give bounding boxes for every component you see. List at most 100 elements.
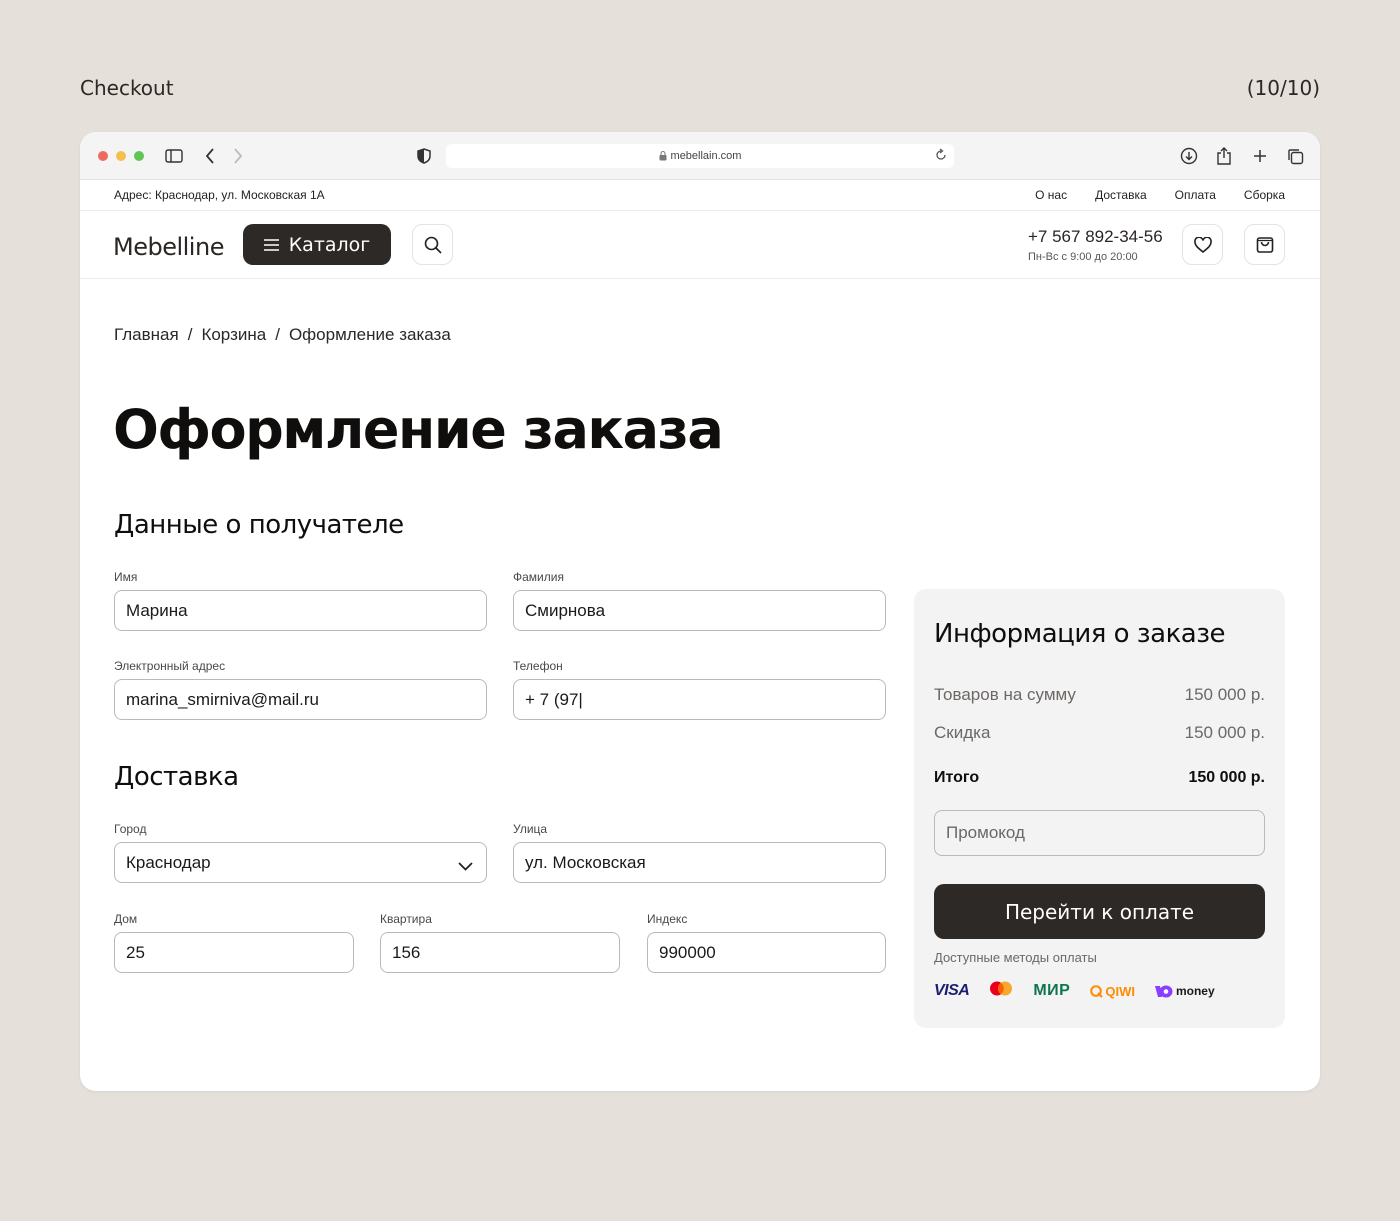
url-text: mebellain.com (670, 150, 742, 162)
heart-icon (1193, 236, 1212, 253)
breadcrumb-cart[interactable]: Корзина (201, 325, 266, 345)
email-label: Электронный адрес (114, 659, 226, 673)
last-name-input[interactable]: Смирнова (513, 590, 886, 631)
yoomoney-logo: money (1154, 984, 1215, 998)
logo[interactable]: Mebelline (113, 233, 224, 261)
sidebar-toggle-icon[interactable] (164, 146, 184, 166)
page-title: Оформление заказа (113, 398, 724, 461)
site-header: Mebelline Каталог +7 567 892-34-56 Пн-Вс… (80, 211, 1320, 279)
qiwi-text: QIWI (1105, 983, 1135, 999)
payment-methods: VISA МИР QIWI money (934, 981, 1215, 1001)
discount-value: 150 000 р. (1184, 723, 1265, 742)
catalog-label: Каталог (288, 233, 371, 256)
first-name-field: Имя Марина (114, 570, 487, 631)
city-label: Город (114, 822, 147, 836)
visa-logo: VISA (934, 982, 970, 999)
phone-label: Телефон (513, 659, 563, 673)
cart-button[interactable] (1244, 224, 1285, 265)
nav-payment[interactable]: Оплата (1175, 188, 1216, 202)
first-name-input[interactable]: Марина (114, 590, 487, 631)
proceed-to-payment-button[interactable]: Перейти к оплате (934, 884, 1265, 939)
discount-row: Скидка 150 000 р. (934, 723, 1265, 743)
nav-delivery[interactable]: Доставка (1095, 188, 1147, 202)
breadcrumb-home[interactable]: Главная (114, 325, 179, 345)
zip-field: Индекс 990000 (647, 912, 886, 973)
items-sum-row: Товаров на сумму 150 000 р. (934, 685, 1265, 705)
breadcrumb-current: Оформление заказа (288, 325, 451, 344)
phone-input[interactable]: + 7 (97| (513, 679, 886, 720)
email-input[interactable]: marina_smirniva@mail.ru (114, 679, 487, 720)
qiwi-icon (1090, 984, 1104, 998)
phone-number[interactable]: +7 567 892-34-56 (1028, 227, 1163, 247)
house-field: Дом 25 (114, 912, 354, 973)
total-label: Итого (934, 769, 980, 786)
total-value: 150 000 р. (1188, 769, 1266, 786)
email-field: Электронный адрес marina_smirniva@mail.r… (114, 659, 487, 720)
browser-window: mebellain.com Адрес: Краснодар, ул. Моск… (80, 132, 1320, 1091)
tabs-overview-icon[interactable] (1285, 146, 1305, 166)
search-button[interactable] (412, 224, 453, 265)
mir-logo: МИР (1033, 982, 1071, 999)
street-label: Улица (513, 822, 548, 836)
mastercard-logo (989, 981, 1013, 1001)
city-select[interactable]: Краснодар (114, 842, 487, 883)
phone-field: Телефон + 7 (97| (513, 659, 886, 720)
window-controls (98, 151, 144, 161)
breadcrumb: Главная / Корзина / Оформление заказа (114, 325, 451, 345)
catalog-button[interactable]: Каталог (243, 224, 391, 265)
apartment-label: Квартира (380, 912, 432, 926)
lock-icon (659, 151, 667, 161)
download-icon[interactable] (1179, 146, 1199, 166)
shield-icon[interactable] (414, 146, 434, 166)
back-icon[interactable] (200, 146, 220, 166)
reload-icon[interactable] (934, 148, 948, 165)
new-tab-icon[interactable] (1250, 146, 1270, 166)
top-info-bar: Адрес: Краснодар, ул. Московская 1А О на… (80, 180, 1320, 211)
order-summary-title: Информация о заказе (934, 619, 1226, 649)
delivery-section-title: Доставка (114, 762, 239, 792)
cart-icon (1256, 236, 1273, 253)
street-field: Улица ул. Московская (513, 822, 886, 883)
zip-input[interactable]: 990000 (647, 932, 886, 973)
yoomoney-icon (1154, 985, 1173, 997)
chevron-down-icon (458, 856, 473, 876)
first-name-label: Имя (114, 570, 138, 584)
city-field: Город Краснодар (114, 822, 487, 883)
store-address: Адрес: Краснодар, ул. Московская 1А (114, 188, 325, 202)
frame-title: Checkout (80, 76, 174, 100)
order-summary: Информация о заказе Товаров на сумму 150… (914, 589, 1285, 1028)
forward-icon[interactable] (228, 146, 248, 166)
items-sum-label: Товаров на сумму (934, 685, 1076, 704)
top-nav: О нас Доставка Оплата Сборка (1035, 188, 1285, 202)
house-label: Дом (114, 912, 138, 926)
nav-about[interactable]: О нас (1035, 188, 1067, 202)
frame-counter: (10/10) (1246, 76, 1320, 100)
recipient-section-title: Данные о получателе (114, 510, 404, 540)
minimize-window-button[interactable] (116, 151, 126, 161)
working-hours: Пн-Вс с 9:00 до 20:00 (1028, 251, 1138, 263)
contact-phone: +7 567 892-34-56 Пн-Вс с 9:00 до 20:00 (1028, 227, 1163, 263)
maximize-window-button[interactable] (134, 151, 144, 161)
apartment-field: Квартира 156 (380, 912, 620, 973)
total-row: Итого 150 000 р. (934, 769, 1265, 787)
share-icon[interactable] (1214, 146, 1234, 166)
payment-methods-label: Доступные методы оплаты (934, 950, 1097, 965)
address-bar[interactable]: mebellain.com (446, 144, 954, 168)
browser-toolbar: mebellain.com (80, 132, 1320, 180)
search-icon (424, 236, 442, 254)
apartment-input[interactable]: 156 (380, 932, 620, 973)
items-sum-value: 150 000 р. (1184, 685, 1265, 704)
yoomoney-text: money (1175, 984, 1215, 998)
last-name-field: Фамилия Смирнова (513, 570, 886, 631)
nav-assembly[interactable]: Сборка (1244, 188, 1285, 202)
city-value: Краснодар (126, 852, 211, 872)
favorites-button[interactable] (1182, 224, 1223, 265)
close-window-button[interactable] (98, 151, 108, 161)
discount-label: Скидка (934, 723, 991, 742)
qiwi-logo: QIWI (1090, 984, 1135, 999)
zip-label: Индекс (647, 912, 688, 926)
menu-icon (263, 238, 279, 251)
street-input[interactable]: ул. Московская (513, 842, 886, 883)
house-input[interactable]: 25 (114, 932, 354, 973)
promo-code-input[interactable]: Промокод (934, 810, 1265, 856)
